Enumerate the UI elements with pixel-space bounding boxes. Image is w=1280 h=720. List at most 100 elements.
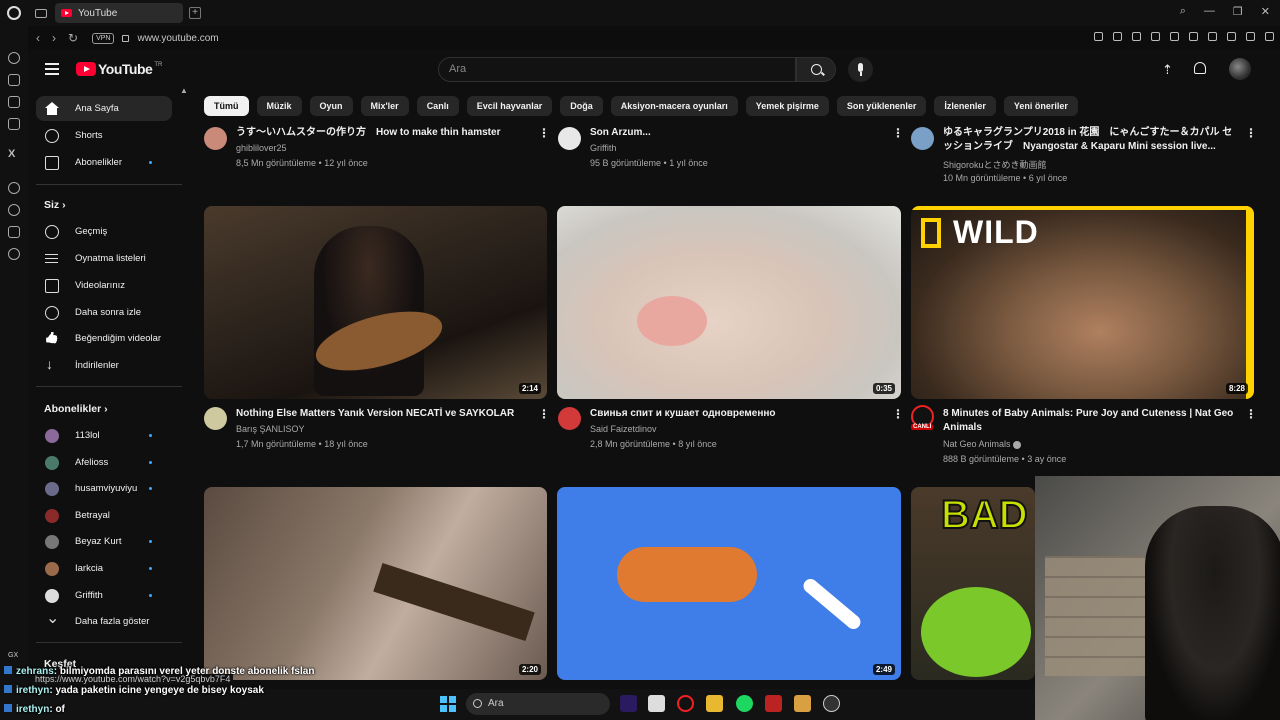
channel-name[interactable]: Griffith: [590, 143, 616, 153]
extensions-icon[interactable]: [1208, 32, 1217, 41]
sidebar-item-playlists[interactable]: Oynatma listeleri: [36, 246, 172, 271]
snapshot-icon[interactable]: [1113, 32, 1122, 41]
forward-icon[interactable]: ›: [52, 31, 56, 45]
history-side-icon[interactable]: [8, 204, 20, 216]
menu-icon[interactable]: [45, 63, 59, 75]
channel-name[interactable]: ghiblilover25: [236, 143, 287, 153]
chip-new-to-you[interactable]: Yeni öneriler: [1003, 96, 1078, 116]
video-thumbnail[interactable]: BAD: [911, 487, 1035, 680]
tab-islands-icon[interactable]: [35, 8, 47, 18]
avatar[interactable]: [1229, 58, 1251, 80]
more-vert-icon[interactable]: ⋮: [1245, 126, 1257, 140]
video-title[interactable]: 8 Minutes of Baby Animals: Pure Joy and …: [943, 407, 1241, 435]
video-title[interactable]: Nothing Else Matters Yanık Version NECAT…: [236, 407, 526, 421]
sidebar-item-downloads[interactable]: İndirilenler: [36, 353, 172, 378]
adblock-icon[interactable]: [1132, 32, 1141, 41]
maximize-icon[interactable]: ❐: [1233, 5, 1243, 18]
chip-live[interactable]: Canlı: [416, 96, 459, 116]
easy-setup-icon[interactable]: [1265, 32, 1274, 41]
taskbar-search[interactable]: Ara: [466, 693, 610, 715]
chip-gaming[interactable]: Oyun: [309, 96, 353, 116]
speed-icon[interactable]: [8, 52, 20, 64]
chip-pets[interactable]: Evcil hayvanlar: [466, 96, 553, 116]
bookmark-icon[interactable]: [1094, 32, 1103, 41]
search-tabs-icon[interactable]: ⌕: [1180, 5, 1186, 18]
x-twitter-icon[interactable]: X: [8, 148, 15, 160]
video-title[interactable]: Son Arzum...: [590, 126, 880, 140]
close-icon[interactable]: ✕: [1261, 5, 1270, 18]
chip-nature[interactable]: Doğa: [560, 96, 603, 116]
file-explorer-icon[interactable]: [706, 695, 723, 712]
browser-tab[interactable]: YouTube: [55, 3, 183, 23]
sidebar-item-liked-videos[interactable]: Beğendiğim videolar: [36, 326, 172, 351]
video-title[interactable]: Свинья спит и кушает одновременно: [590, 407, 880, 421]
url-field[interactable]: www.youtube.com: [137, 33, 218, 44]
lock-icon[interactable]: [122, 34, 130, 42]
sidebar-heading-subscriptions[interactable]: Abonelikler ›: [44, 403, 108, 415]
vpn-badge[interactable]: VPN: [92, 32, 115, 44]
sidebar-item-sub-113lol[interactable]: 113lol: [36, 423, 172, 448]
video-thumbnail[interactable]: 2:49: [557, 487, 901, 680]
chip-all[interactable]: Tümü: [204, 96, 249, 116]
sidebar-item-sub-iarkcia[interactable]: Iarkcia: [36, 556, 172, 581]
chip-watched[interactable]: İzlenenler: [934, 96, 996, 116]
voicemeeter-icon[interactable]: [765, 695, 782, 712]
minimize-icon[interactable]: —: [1204, 5, 1215, 18]
notifications-icon[interactable]: [1194, 62, 1206, 74]
microphone-icon[interactable]: [848, 57, 873, 82]
channel-avatar[interactable]: [558, 127, 581, 150]
spotify-icon[interactable]: [736, 695, 753, 712]
chip-music[interactable]: Müzik: [256, 96, 302, 116]
video-thumbnail[interactable]: 0:35: [557, 206, 901, 399]
sidebar-item-subscriptions[interactable]: Abonelikler: [36, 150, 172, 175]
more-vert-icon[interactable]: ⋮: [892, 407, 904, 421]
player-icon[interactable]: [1170, 32, 1179, 41]
sidebar-item-sub-betrayal[interactable]: Betrayal: [36, 503, 172, 528]
video-thumbnail[interactable]: 2:14: [204, 206, 547, 399]
obs-icon[interactable]: [823, 695, 840, 712]
video-title[interactable]: うす〜いハムスターの作り方 How to make thin hamster: [236, 126, 526, 140]
sidebar-item-your-videos[interactable]: Videolarınız: [36, 273, 172, 298]
messenger-icon[interactable]: [8, 118, 20, 130]
channel-name[interactable]: Shigorokuとさめき動画館: [943, 158, 1047, 171]
channel-avatar[interactable]: [911, 127, 934, 150]
search-icon[interactable]: [796, 57, 836, 82]
video-thumbnail[interactable]: WILD 8:28: [911, 206, 1254, 399]
capcut-icon[interactable]: [648, 695, 665, 712]
more-vert-icon[interactable]: ⋮: [1245, 407, 1257, 421]
app-icon[interactable]: [794, 695, 811, 712]
sidebar-item-shorts[interactable]: Shorts: [36, 123, 172, 148]
chip-mixes[interactable]: Mix'ler: [360, 96, 409, 116]
channel-avatar[interactable]: [204, 407, 227, 430]
opera-gx-icon[interactable]: [677, 695, 694, 712]
chip-action-adventure[interactable]: Aksiyon-macera oyunları: [610, 96, 738, 116]
wallet-icon[interactable]: [1227, 32, 1236, 41]
sidebar-item-history[interactable]: Geçmiş: [36, 219, 172, 244]
music-icon[interactable]: [8, 182, 20, 194]
premiere-icon[interactable]: [620, 695, 637, 712]
sidebar-item-show-more[interactable]: Daha fazla göster: [36, 608, 172, 634]
chip-recently-uploaded[interactable]: Son yüklenenler: [836, 96, 927, 116]
back-icon[interactable]: ‹: [36, 31, 40, 45]
search-input[interactable]: Ara: [438, 57, 796, 82]
download-icon[interactable]: [1246, 32, 1255, 41]
sidebar-heading-you[interactable]: Siz ›: [44, 199, 66, 211]
channel-name[interactable]: Said Faizetdinov: [590, 424, 657, 434]
sidebar-item-sub-afelioss[interactable]: Afelioss: [36, 450, 172, 475]
create-icon[interactable]: ⇡: [1162, 62, 1173, 78]
heart-icon[interactable]: [1189, 32, 1198, 41]
more-vert-icon[interactable]: ⋮: [538, 126, 550, 140]
reload-icon[interactable]: ↻: [68, 31, 78, 45]
translate-icon[interactable]: [1151, 32, 1160, 41]
sidebar-item-sub-husamviyuviyu[interactable]: husamviyuviyu: [36, 476, 172, 501]
channel-avatar[interactable]: [204, 127, 227, 150]
windows-start-icon[interactable]: [440, 696, 456, 712]
tab-icon[interactable]: [8, 74, 20, 86]
sidebar-item-watch-later[interactable]: Daha sonra izle: [36, 300, 172, 325]
chip-cooking[interactable]: Yemek pişirme: [745, 96, 829, 116]
channel-name[interactable]: Nat Geo Animals: [943, 439, 1022, 449]
channel-name[interactable]: Barış ŞANLISOY: [236, 424, 305, 434]
sidebar-item-home[interactable]: Ana Sayfa: [36, 96, 172, 121]
new-tab-button[interactable]: +: [189, 7, 201, 19]
video-thumbnail[interactable]: 2:20: [204, 487, 547, 680]
